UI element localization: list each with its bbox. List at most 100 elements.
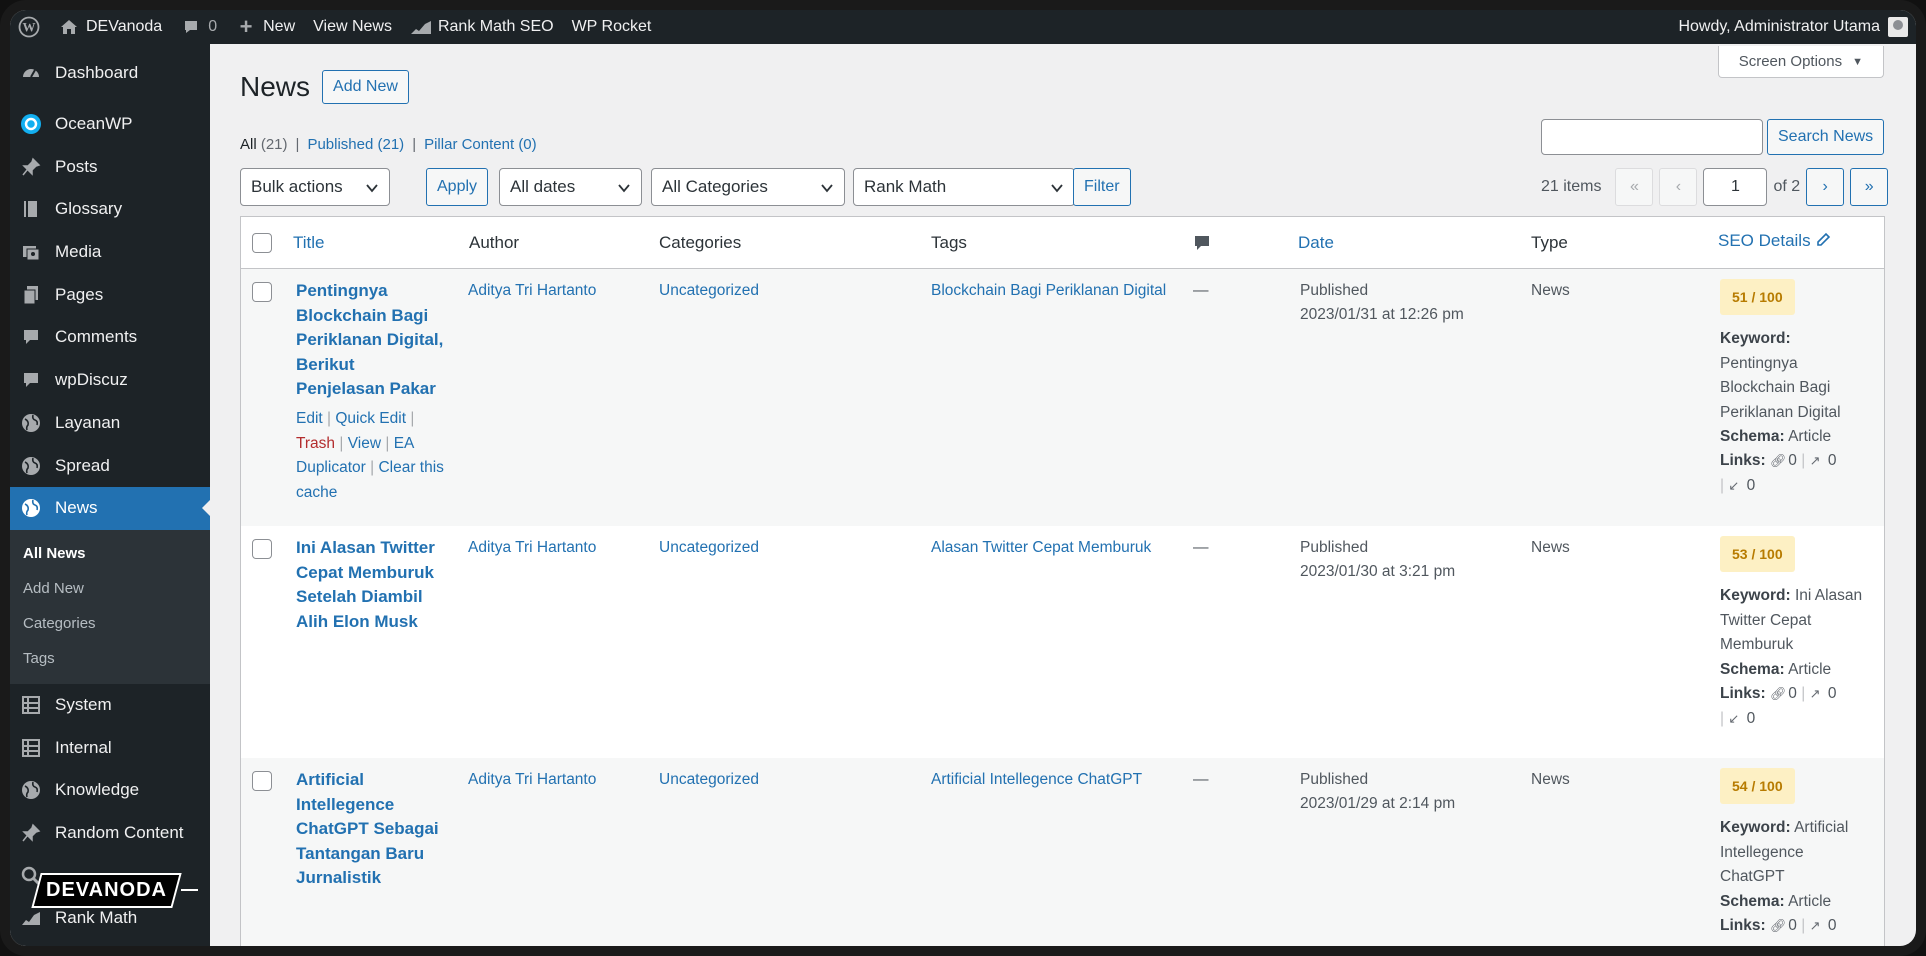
screen-options-button[interactable]: Screen Options ▼: [1717, 46, 1884, 78]
new-content-link[interactable]: + New: [226, 10, 304, 44]
category-filter-select[interactable]: All Categories: [651, 168, 845, 206]
post-status: Published: [1300, 539, 1369, 556]
comment-icon[interactable]: [1193, 234, 1211, 257]
submenu-all-news[interactable]: All News: [10, 536, 210, 571]
row-checkbox[interactable]: [252, 282, 272, 302]
menu-item-media[interactable]: Media: [10, 231, 210, 274]
trash-link[interactable]: Trash: [296, 435, 335, 452]
total-pages: of 2: [1773, 178, 1801, 195]
seo-score-badge: 53 / 100: [1720, 536, 1795, 572]
menu-item-spread[interactable]: Spread: [10, 444, 210, 487]
column-author: Author: [469, 233, 520, 252]
view-news-link[interactable]: View News: [304, 10, 401, 44]
menu-label: Random Content: [55, 822, 184, 842]
apply-button[interactable]: Apply: [426, 168, 489, 206]
seo-keyword: Keyword: Ini Alasan Twitter Cepat Membur…: [1720, 587, 1863, 653]
menu-item-internal[interactable]: Internal: [10, 726, 210, 769]
date-filter-select[interactable]: All dates: [499, 168, 642, 206]
post-type: News: [1531, 539, 1570, 556]
view-link[interactable]: View: [348, 435, 381, 452]
site-name-link[interactable]: DEVanoda: [49, 10, 171, 44]
post-title-link[interactable]: Artificial Intellegence ChatGPT Sebagai …: [296, 768, 446, 891]
category-filter-value: All Categories: [662, 177, 768, 196]
menu-item-oceanwp[interactable]: OceanWP: [10, 103, 210, 146]
comment-count: —: [1193, 771, 1209, 788]
svg-text:W: W: [23, 20, 36, 35]
book-icon: [20, 198, 42, 220]
seo-keyword: Keyword: Pentingnya Blockchain Bagi Peri…: [1720, 330, 1841, 421]
table-header: Title Author Categories Tags Date Type S…: [241, 217, 1884, 269]
submenu-categories[interactable]: Categories: [10, 606, 210, 641]
screen-options-label: Screen Options: [1738, 53, 1843, 70]
chevron-down-icon: [1050, 180, 1064, 200]
tag-link[interactable]: Artificial Intellegence ChatGPT: [931, 768, 1142, 792]
last-page-button[interactable]: »: [1850, 168, 1889, 206]
filter-all[interactable]: All (21): [240, 136, 288, 153]
current-page-input[interactable]: 1: [1703, 168, 1768, 206]
comments-link[interactable]: 0: [171, 10, 226, 44]
seo-links: Links: 🔗︎ 0 | ↗ 0 | ↙ 0: [1720, 682, 1880, 731]
tag-link[interactable]: Alasan Twitter Cepat Memburuk: [931, 536, 1151, 560]
quick-edit-link[interactable]: Quick Edit: [335, 410, 406, 427]
menu-item-system[interactable]: System: [10, 684, 210, 727]
wp-rocket-link[interactable]: WP Rocket: [563, 10, 661, 44]
edit-link[interactable]: Edit: [296, 410, 323, 427]
comment-count: —: [1193, 539, 1209, 556]
search-input[interactable]: [1541, 119, 1763, 155]
menu-item-news[interactable]: News: [10, 486, 210, 530]
my-account-link[interactable]: Howdy, Administrator Utama: [1678, 10, 1908, 44]
column-date[interactable]: Date: [1298, 233, 1334, 253]
category-link[interactable]: Uncategorized: [659, 536, 759, 560]
prev-page-button[interactable]: ‹: [1659, 168, 1698, 206]
seo-links: Links: 🔗︎ 0 | ↗ 0 | ↙ 0: [1720, 449, 1880, 498]
search-news-button[interactable]: Search News: [1767, 119, 1885, 155]
bulk-actions-select[interactable]: Bulk actions: [240, 168, 390, 206]
category-link[interactable]: Uncategorized: [659, 768, 759, 792]
filter-button[interactable]: Filter: [1073, 168, 1131, 206]
menu-item-random-content[interactable]: Random Content: [10, 812, 210, 855]
menu-item-posts[interactable]: Posts: [10, 145, 210, 188]
menu-item-wpdiscuz[interactable]: wpDiscuz: [10, 359, 210, 402]
menu-label: Media: [55, 242, 102, 262]
filter-pillar-content[interactable]: Pillar Content (0): [424, 136, 537, 153]
submenu-add-new[interactable]: Add New: [10, 571, 210, 606]
column-seo-details[interactable]: SEO Details: [1718, 231, 1831, 251]
post-title-link[interactable]: Ini Alasan Twitter Cepat Memburuk Setela…: [296, 536, 446, 634]
date-filter-value: All dates: [510, 177, 576, 196]
chevron-down-icon: [365, 180, 379, 200]
menu-item-dashboard[interactable]: Dashboard: [10, 52, 210, 95]
incoming-link-icon: ↙: [1728, 710, 1740, 726]
select-all-checkbox[interactable]: [252, 233, 272, 253]
filter-published[interactable]: Published (21): [307, 136, 404, 153]
author-link[interactable]: Aditya Tri Hartanto: [468, 768, 596, 792]
post-title-link[interactable]: Pentingnya Blockchain Bagi Periklanan Di…: [296, 279, 446, 402]
rank-math-link[interactable]: Rank Math SEO: [401, 10, 563, 44]
screen: W DEVanoda 0 + New View News Rank Math S…: [10, 10, 1916, 946]
tag-link[interactable]: Blockchain Bagi Periklanan Digital: [931, 279, 1166, 303]
category-link[interactable]: Uncategorized: [659, 279, 759, 303]
wordpress-logo-button[interactable]: W: [10, 10, 49, 44]
seo-schema: Schema: Article: [1720, 893, 1832, 910]
menu-item-layanan[interactable]: Layanan: [10, 402, 210, 445]
author-link[interactable]: Aditya Tri Hartanto: [468, 536, 596, 560]
menu-item-knowledge[interactable]: Knowledge: [10, 769, 210, 812]
menu-item-glossary[interactable]: Glossary: [10, 188, 210, 231]
row-checkbox[interactable]: [252, 539, 272, 559]
column-title[interactable]: Title: [293, 233, 325, 253]
column-tags: Tags: [931, 233, 967, 252]
menu-item-pages[interactable]: Pages: [10, 273, 210, 316]
menu-label: wpDiscuz: [55, 370, 128, 390]
row-checkbox[interactable]: [252, 771, 272, 791]
table-row: Artificial Intellegence ChatGPT Sebagai …: [241, 758, 1884, 946]
seo-keyword: Keyword: Artificial Intellegence ChatGPT: [1720, 819, 1849, 885]
seo-score-badge: 54 / 100: [1720, 768, 1795, 804]
rank-math-filter-select[interactable]: Rank Math: [853, 168, 1075, 206]
menu-label: Internal: [55, 737, 112, 757]
add-new-button[interactable]: Add New: [322, 70, 409, 104]
new-label: New: [263, 18, 296, 35]
menu-item-comments[interactable]: Comments: [10, 316, 210, 359]
next-page-button[interactable]: ›: [1806, 168, 1845, 206]
first-page-button[interactable]: «: [1615, 168, 1654, 206]
submenu-tags[interactable]: Tags: [10, 641, 210, 676]
author-link[interactable]: Aditya Tri Hartanto: [468, 279, 596, 303]
